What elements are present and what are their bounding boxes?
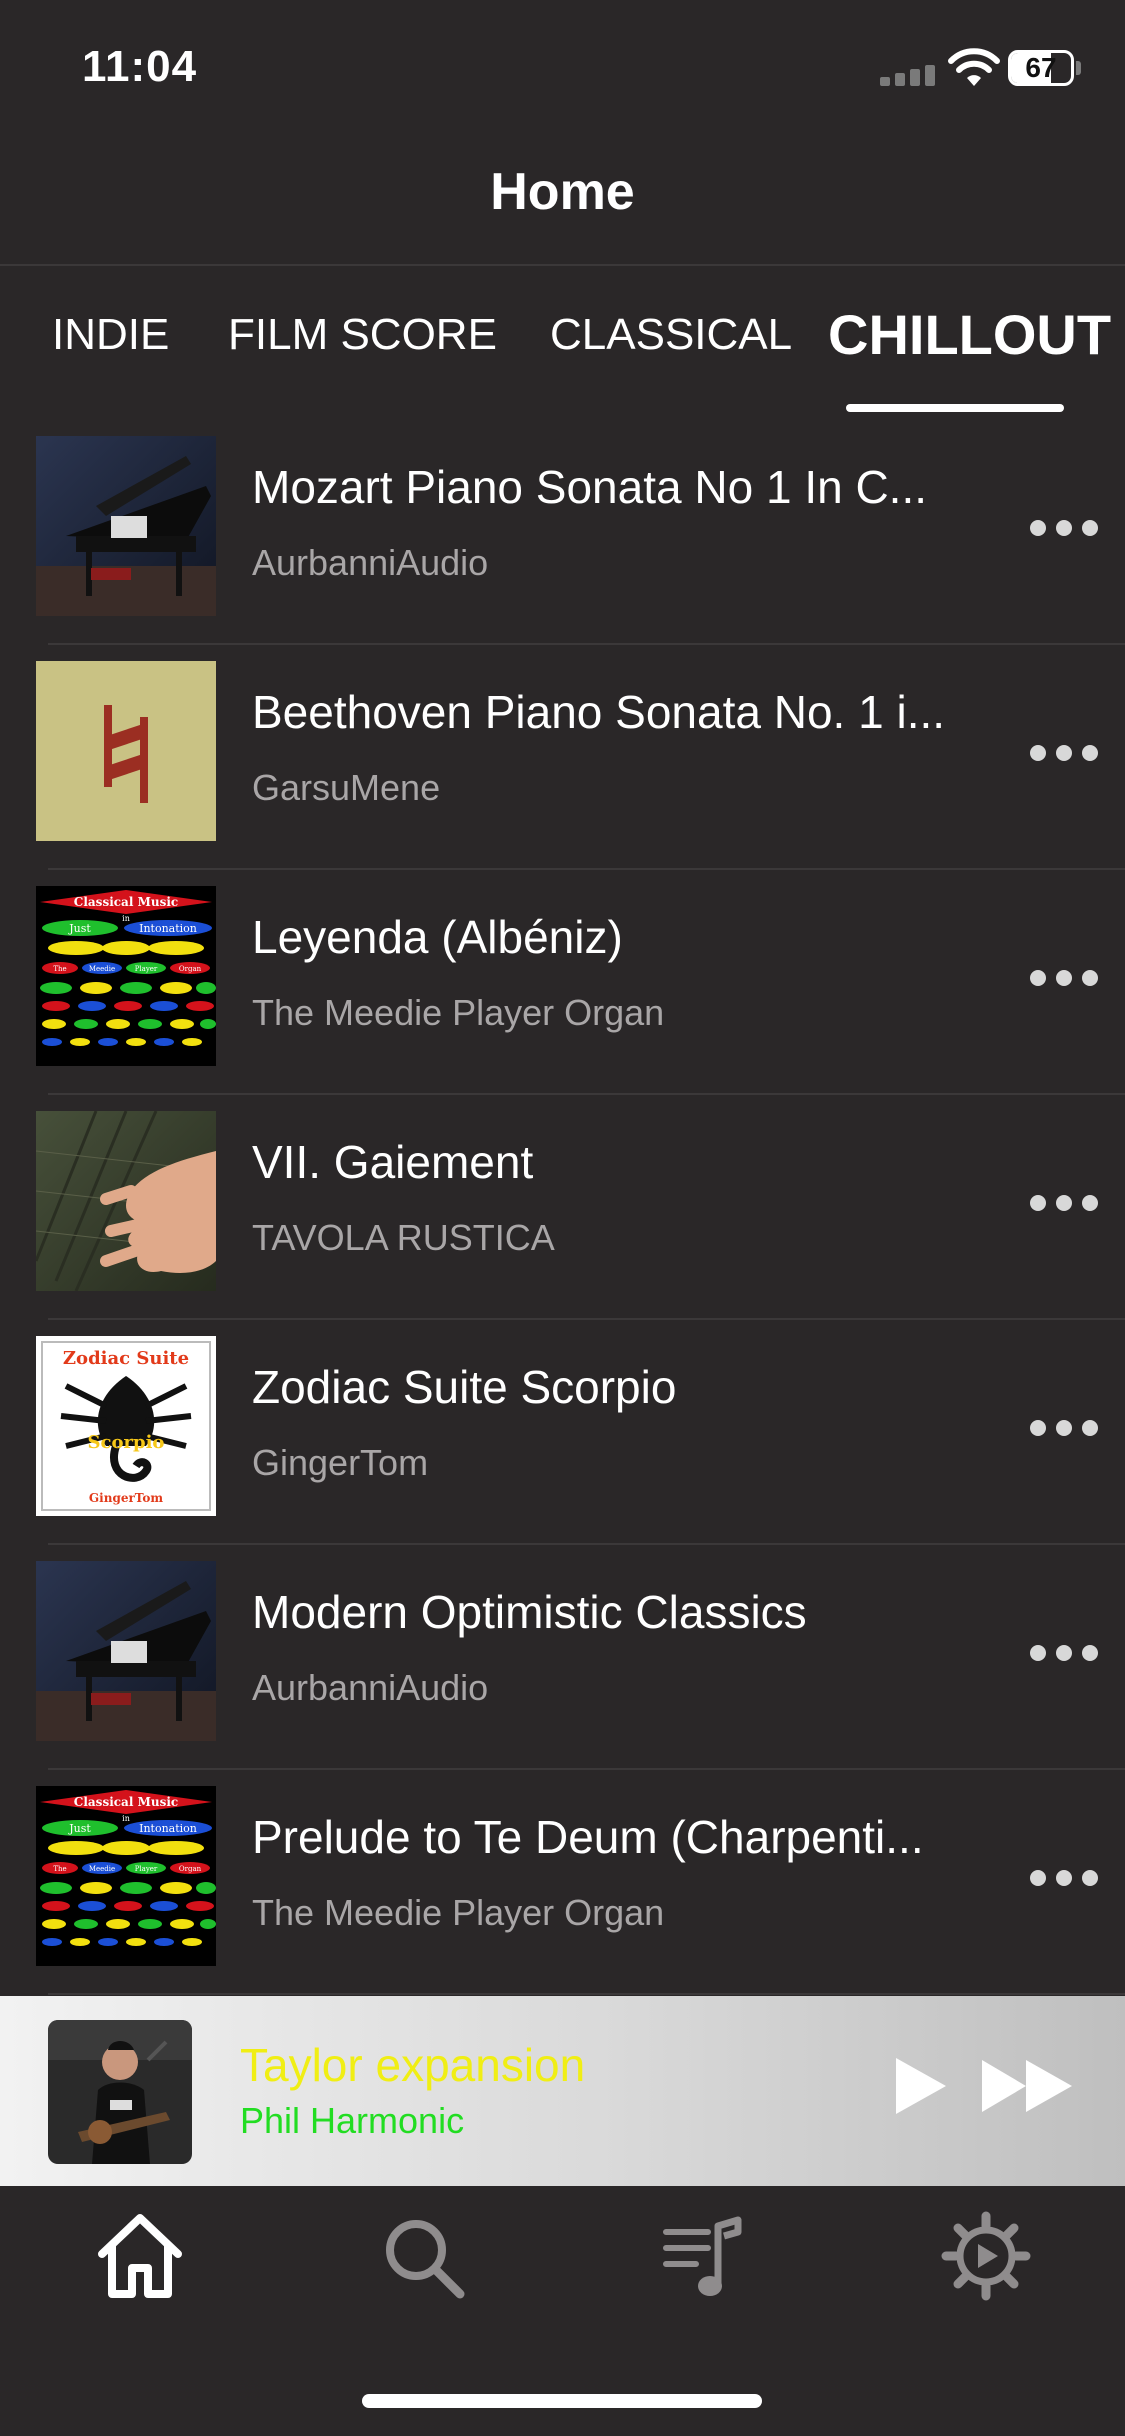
more-options-icon[interactable] [1030,516,1102,540]
art-text-player: Player [135,1865,158,1873]
track-artist: The Meedie Player Organ [252,992,665,1033]
fast-forward-icon[interactable] [980,2054,1076,2118]
album-art [36,436,216,616]
battery-tip [1076,61,1081,75]
track-row[interactable]: Beethoven Piano Sonata No. 1 i... GarsuM… [0,645,1125,870]
track-row[interactable]: Classical Music in Just Intonation The M… [0,1770,1125,1995]
track-title: VII. Gaiement [252,1136,534,1188]
art-text-gingertom: GingerTom [89,1491,163,1505]
track-row[interactable]: Mozart Piano Sonata No 1 In C... Aurbann… [0,420,1125,645]
album-art: Zodiac Suite Scorpio GingerTom [36,1336,216,1516]
more-options-icon[interactable] [1030,741,1102,765]
track-artist: AurbanniAudio [252,542,489,583]
art-text-in: in [122,1814,130,1823]
art-text-organ: Organ [179,965,202,973]
now-playing-art [48,2020,192,2164]
row-divider [48,1993,1125,1995]
play-icon[interactable] [890,2054,950,2118]
more-options-icon[interactable] [1030,1641,1102,1665]
scorpio-art: Zodiac Suite Scorpio GingerTom [36,1336,216,1516]
track-artist: TAVOLA RUSTICA [252,1217,555,1258]
track-row[interactable]: VII. Gaiement TAVOLA RUSTICA [0,1095,1125,1320]
art-text-the: The [53,965,66,973]
art-text-classical-music: Classical Music [74,1795,178,1809]
tab-film-score[interactable]: FILM SCORE [228,310,497,360]
art-text-zodiac-suite: Zodiac Suite [63,1348,189,1369]
art-text-scorpio: Scorpio [88,1432,165,1453]
status-bar: 11:04 67 [0,0,1125,140]
nav-divider [0,264,1125,266]
more-options-icon[interactable] [1030,1416,1102,1440]
home-icon[interactable] [92,2208,188,2304]
track-artist: GarsuMene [252,767,441,808]
art-text-player: Player [135,965,158,973]
album-art [36,661,216,841]
track-row[interactable]: Classical Music in Just Intonation The M… [0,870,1125,1095]
track-artist: GingerTom [252,1442,429,1483]
settings-icon[interactable] [938,2208,1034,2304]
more-options-icon[interactable] [1030,1191,1102,1215]
art-text-just: Just [68,922,91,935]
page-title: Home [490,163,635,221]
track-artist: AurbanniAudio [252,1667,489,1708]
battery-level: 67 [1025,52,1057,83]
art-text-intonation: Intonation [139,922,197,935]
track-title: Zodiac Suite Scorpio [252,1361,677,1413]
track-title: Prelude to Te Deum (Charpenti... [252,1811,924,1863]
search-icon[interactable] [374,2208,470,2304]
just-intonation-art: Classical Music in Just Intonation The M… [36,886,216,1066]
now-playing-artist: Phil Harmonic [240,2100,465,2141]
tab-chillout[interactable]: CHILLOUT [828,302,1111,367]
cellular-signal-icon [880,64,936,86]
grand-piano-art [36,436,216,616]
track-artist: The Meedie Player Organ [252,1892,665,1933]
art-text-meedie: Meedie [89,1865,115,1873]
home-indicator [362,2394,762,2408]
track-title: Leyenda (Albéniz) [252,911,623,963]
album-art [36,1111,216,1291]
just-intonation-art: Classical Music in Just Intonation The M… [36,1786,216,1966]
genre-tabs: INDIE FILM SCORE CLASSICAL CHILLOUT [0,280,1125,412]
now-playing-bar[interactable]: Taylor expansion Phil Harmonic [0,1996,1125,2186]
now-playing-title: Taylor expansion [240,2039,586,2091]
status-time: 11:04 [82,42,198,91]
art-text-just: Just [68,1822,91,1835]
track-row[interactable]: Modern Optimistic Classics AurbanniAudio [0,1545,1125,1770]
track-title: Modern Optimistic Classics [252,1586,807,1638]
tab-indie[interactable]: INDIE [52,310,169,360]
active-tab-indicator [846,404,1064,412]
track-row[interactable]: Zodiac Suite Scorpio GingerTom Zodiac Su… [0,1320,1125,1545]
grand-piano-art [36,1561,216,1741]
more-options-icon[interactable] [1030,1866,1102,1890]
more-options-icon[interactable] [1030,966,1102,990]
natural-sign-art [36,661,216,841]
wifi-icon [948,48,1000,86]
battery-icon: 67 [1008,50,1074,86]
art-text-the: The [53,1865,66,1873]
track-title: Beethoven Piano Sonata No. 1 i... [252,686,946,738]
art-text-organ: Organ [179,1865,202,1873]
track-title: Mozart Piano Sonata No 1 In C... [252,461,928,513]
art-text-classical-music: Classical Music [74,895,178,909]
playlist-icon[interactable] [656,2208,752,2304]
art-text-in: in [122,914,130,923]
album-art [36,1561,216,1741]
art-text-intonation: Intonation [139,1822,197,1835]
tab-classical[interactable]: CLASSICAL [550,310,792,360]
hand-on-strings-art [36,1111,216,1291]
album-art: Classical Music in Just Intonation The M… [36,886,216,1066]
album-art: Classical Music in Just Intonation The M… [36,1786,216,1966]
art-text-meedie: Meedie [89,965,115,973]
